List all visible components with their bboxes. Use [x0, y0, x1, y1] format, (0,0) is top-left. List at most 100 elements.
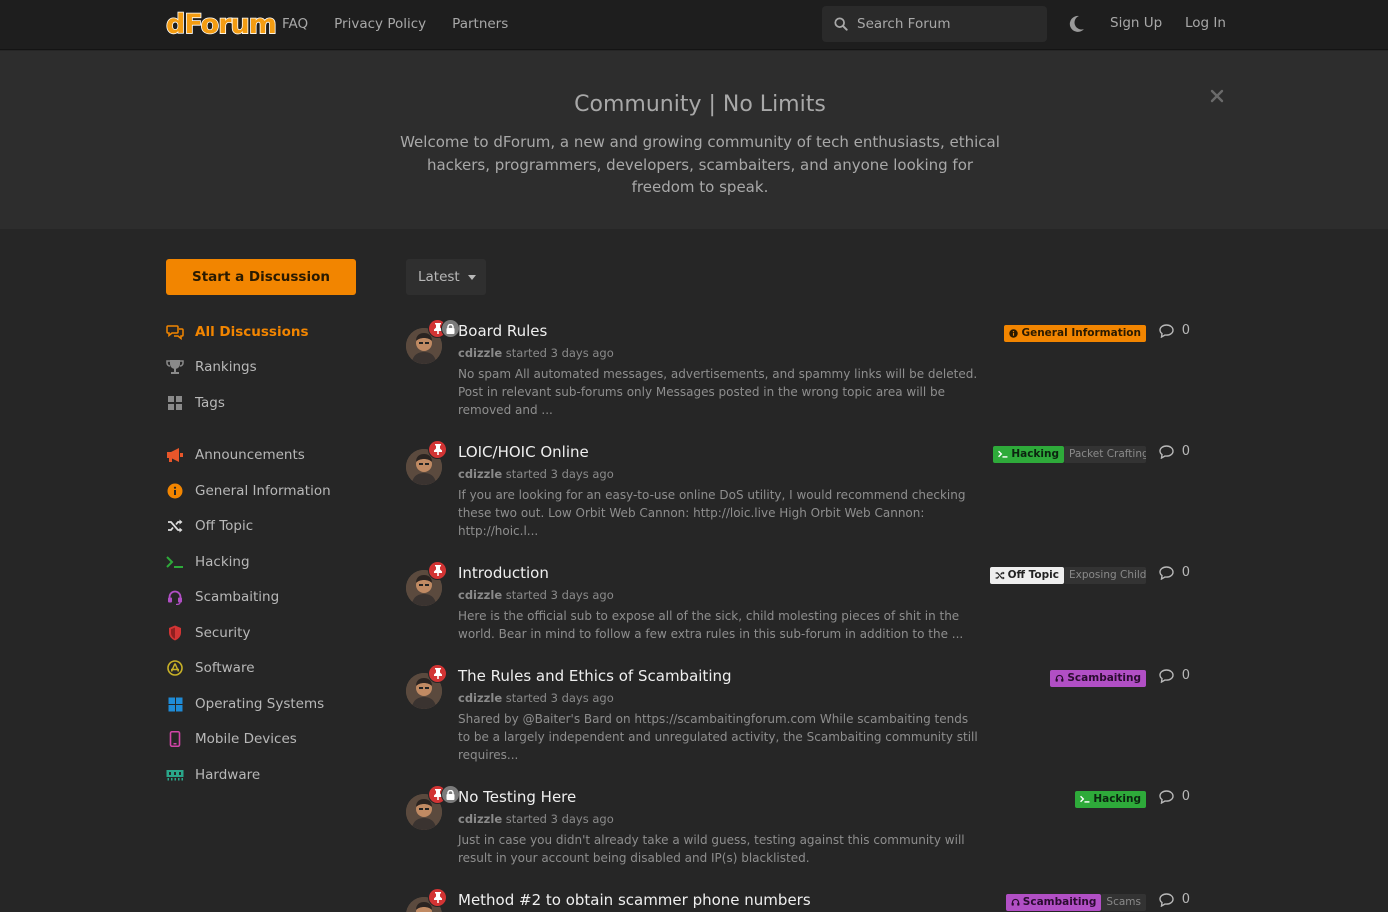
shield-icon	[166, 624, 184, 642]
sidebar-item-label: Mobile Devices	[195, 731, 297, 747]
sidebar-item-operating-systems[interactable]: Operating Systems	[166, 686, 324, 722]
tag-hacking[interactable]: Hacking	[993, 445, 1064, 463]
discussion-meta: cdizzle started 3 days ago	[458, 691, 614, 705]
reply-count[interactable]: 0	[1159, 565, 1190, 580]
discussion-excerpt: Shared by @Baiter's Bard on https://scam…	[458, 712, 978, 762]
tag-scams[interactable]: Scams	[1101, 893, 1146, 911]
reply-count[interactable]: 0	[1159, 444, 1190, 459]
reply-count[interactable]: 0	[1159, 789, 1190, 804]
sidebar-item-label: General Information	[195, 483, 331, 499]
sidebar-item-general-information[interactable]: General Information	[166, 473, 331, 509]
tag-scambaiting[interactable]: Scambaiting	[1005, 893, 1102, 911]
discussion-time: 3 days ago	[550, 588, 614, 602]
sidebar-item-tags[interactable]: Tags	[166, 385, 225, 421]
tag-label: Scambaiting	[1022, 896, 1097, 908]
status-badges	[428, 319, 460, 338]
sidebar-item-label: Announcements	[195, 447, 305, 463]
started-text: started	[505, 812, 547, 826]
sidebar-item-off-topic[interactable]: Off Topic	[166, 508, 253, 544]
author-name[interactable]: cdizzle	[458, 812, 502, 826]
discussion-meta: cdizzle started 3 days ago	[458, 467, 614, 481]
sidebar-item-scambaiting[interactable]: Scambaiting	[166, 579, 279, 615]
discussion-title[interactable]: The Rules and Ethics of Scambaiting	[458, 667, 732, 685]
sidebar-item-all-discussions[interactable]: All Discussions	[166, 314, 309, 350]
comment-icon	[1159, 565, 1174, 580]
reply-count-value: 0	[1181, 892, 1190, 907]
reply-count[interactable]: 0	[1159, 323, 1190, 338]
sidebar-item-label: Rankings	[195, 359, 257, 375]
hero-description: Welcome to dForum, a new and growing com…	[400, 133, 1000, 196]
nav-link-faq[interactable]: FAQ	[282, 16, 308, 32]
tag-label: Off Topic	[1007, 569, 1059, 581]
reply-count[interactable]: 0	[1159, 892, 1190, 907]
logo-text: dForum	[165, 8, 278, 41]
sidebar-item-label: Hardware	[195, 767, 261, 783]
tag-label: Hacking	[1093, 793, 1141, 805]
author-name[interactable]: cdizzle	[458, 467, 502, 481]
discussion-time: 3 days ago	[550, 346, 614, 360]
hero-title: Community | No Limits	[574, 92, 826, 117]
tag-exposing-child[interactable]: Exposing Child	[1064, 566, 1146, 584]
nav-link-partners[interactable]: Partners	[452, 16, 508, 32]
author-name[interactable]: cdizzle	[458, 346, 502, 360]
close-icon[interactable]	[1210, 89, 1224, 103]
sidebar-item-hardware[interactable]: Hardware	[166, 757, 260, 793]
started-text: started	[505, 691, 547, 705]
discussion-title[interactable]: Introduction	[458, 564, 549, 582]
nav-link-privacy-policy[interactable]: Privacy Policy	[334, 16, 426, 32]
sidebar-item-hacking[interactable]: Hacking	[166, 544, 250, 580]
welcome-hero: Community | No Limits Welcome to dForum,…	[0, 51, 1388, 229]
start-discussion-button[interactable]: Start a Discussion	[166, 259, 356, 295]
author-name[interactable]: cdizzle	[458, 691, 502, 705]
shuffle-icon	[995, 570, 1005, 580]
discussion-excerpt: Here is the official sub to expose all o…	[458, 609, 964, 641]
tag-off-topic[interactable]: Off Topic	[989, 566, 1064, 584]
log-in-link[interactable]: Log In	[1185, 15, 1226, 31]
reply-count[interactable]: 0	[1159, 668, 1190, 683]
discussion-title[interactable]: LOIC/HOIC Online	[458, 443, 589, 461]
reply-count-value: 0	[1181, 789, 1190, 804]
sidebar-item-mobile-devices[interactable]: Mobile Devices	[166, 721, 297, 757]
status-badges	[428, 664, 447, 683]
search-box[interactable]	[822, 6, 1047, 42]
sidebar-item-label: Tags	[195, 395, 225, 411]
tag-scambaiting[interactable]: Scambaiting	[1050, 669, 1146, 687]
moon-icon[interactable]	[1069, 15, 1085, 33]
sidebar-item-label: Operating Systems	[195, 696, 325, 712]
sidebar-item-security[interactable]: Security	[166, 615, 250, 651]
discussion-title[interactable]: Board Rules	[458, 322, 547, 340]
sidebar-item-label: Off Topic	[195, 518, 254, 534]
tag-packet-crafting[interactable]: Packet Crafting	[1064, 445, 1146, 463]
comment-icon	[1159, 444, 1174, 459]
started-text: started	[505, 588, 547, 602]
comment-icon	[1159, 323, 1174, 338]
discussion-tags: Scambaiting Scams	[1005, 893, 1146, 911]
sort-dropdown[interactable]: Latest	[406, 259, 486, 295]
sidebar-item-rankings[interactable]: Rankings	[166, 349, 257, 385]
sidebar-item-software[interactable]: Software	[166, 650, 255, 686]
discussion-time: 3 days ago	[550, 812, 614, 826]
sidebar-item-announcements[interactable]: Announcements	[166, 437, 305, 473]
pin-icon	[428, 440, 447, 459]
sort-label: Latest	[418, 269, 460, 285]
pin-icon	[428, 888, 447, 907]
info-icon	[1009, 328, 1019, 338]
tag-hacking[interactable]: Hacking	[1075, 790, 1146, 808]
discussion-title[interactable]: Method #2 to obtain scammer phone number…	[458, 891, 811, 909]
sidebar-item-label: Scambaiting	[195, 589, 280, 605]
megaphone-icon	[166, 446, 184, 464]
top-header: dForum FAQ Privacy Policy Partners Sign …	[0, 0, 1388, 50]
top-nav: FAQ Privacy Policy Partners	[282, 0, 508, 48]
discussion-tags: General Information	[1004, 324, 1146, 342]
site-logo[interactable]: dForum	[165, 7, 278, 41]
discussion-title[interactable]: No Testing Here	[458, 788, 576, 806]
reply-count-value: 0	[1181, 565, 1190, 580]
tag-label: Hacking	[1011, 448, 1059, 460]
sidebar-item-label: Security	[195, 625, 251, 641]
author-name[interactable]: cdizzle	[458, 588, 502, 602]
terminal-icon	[1080, 795, 1090, 803]
search-input[interactable]	[857, 16, 1037, 32]
started-text: started	[505, 346, 547, 360]
tag-general-information[interactable]: General Information	[1004, 324, 1146, 342]
sign-up-link[interactable]: Sign Up	[1110, 15, 1162, 31]
